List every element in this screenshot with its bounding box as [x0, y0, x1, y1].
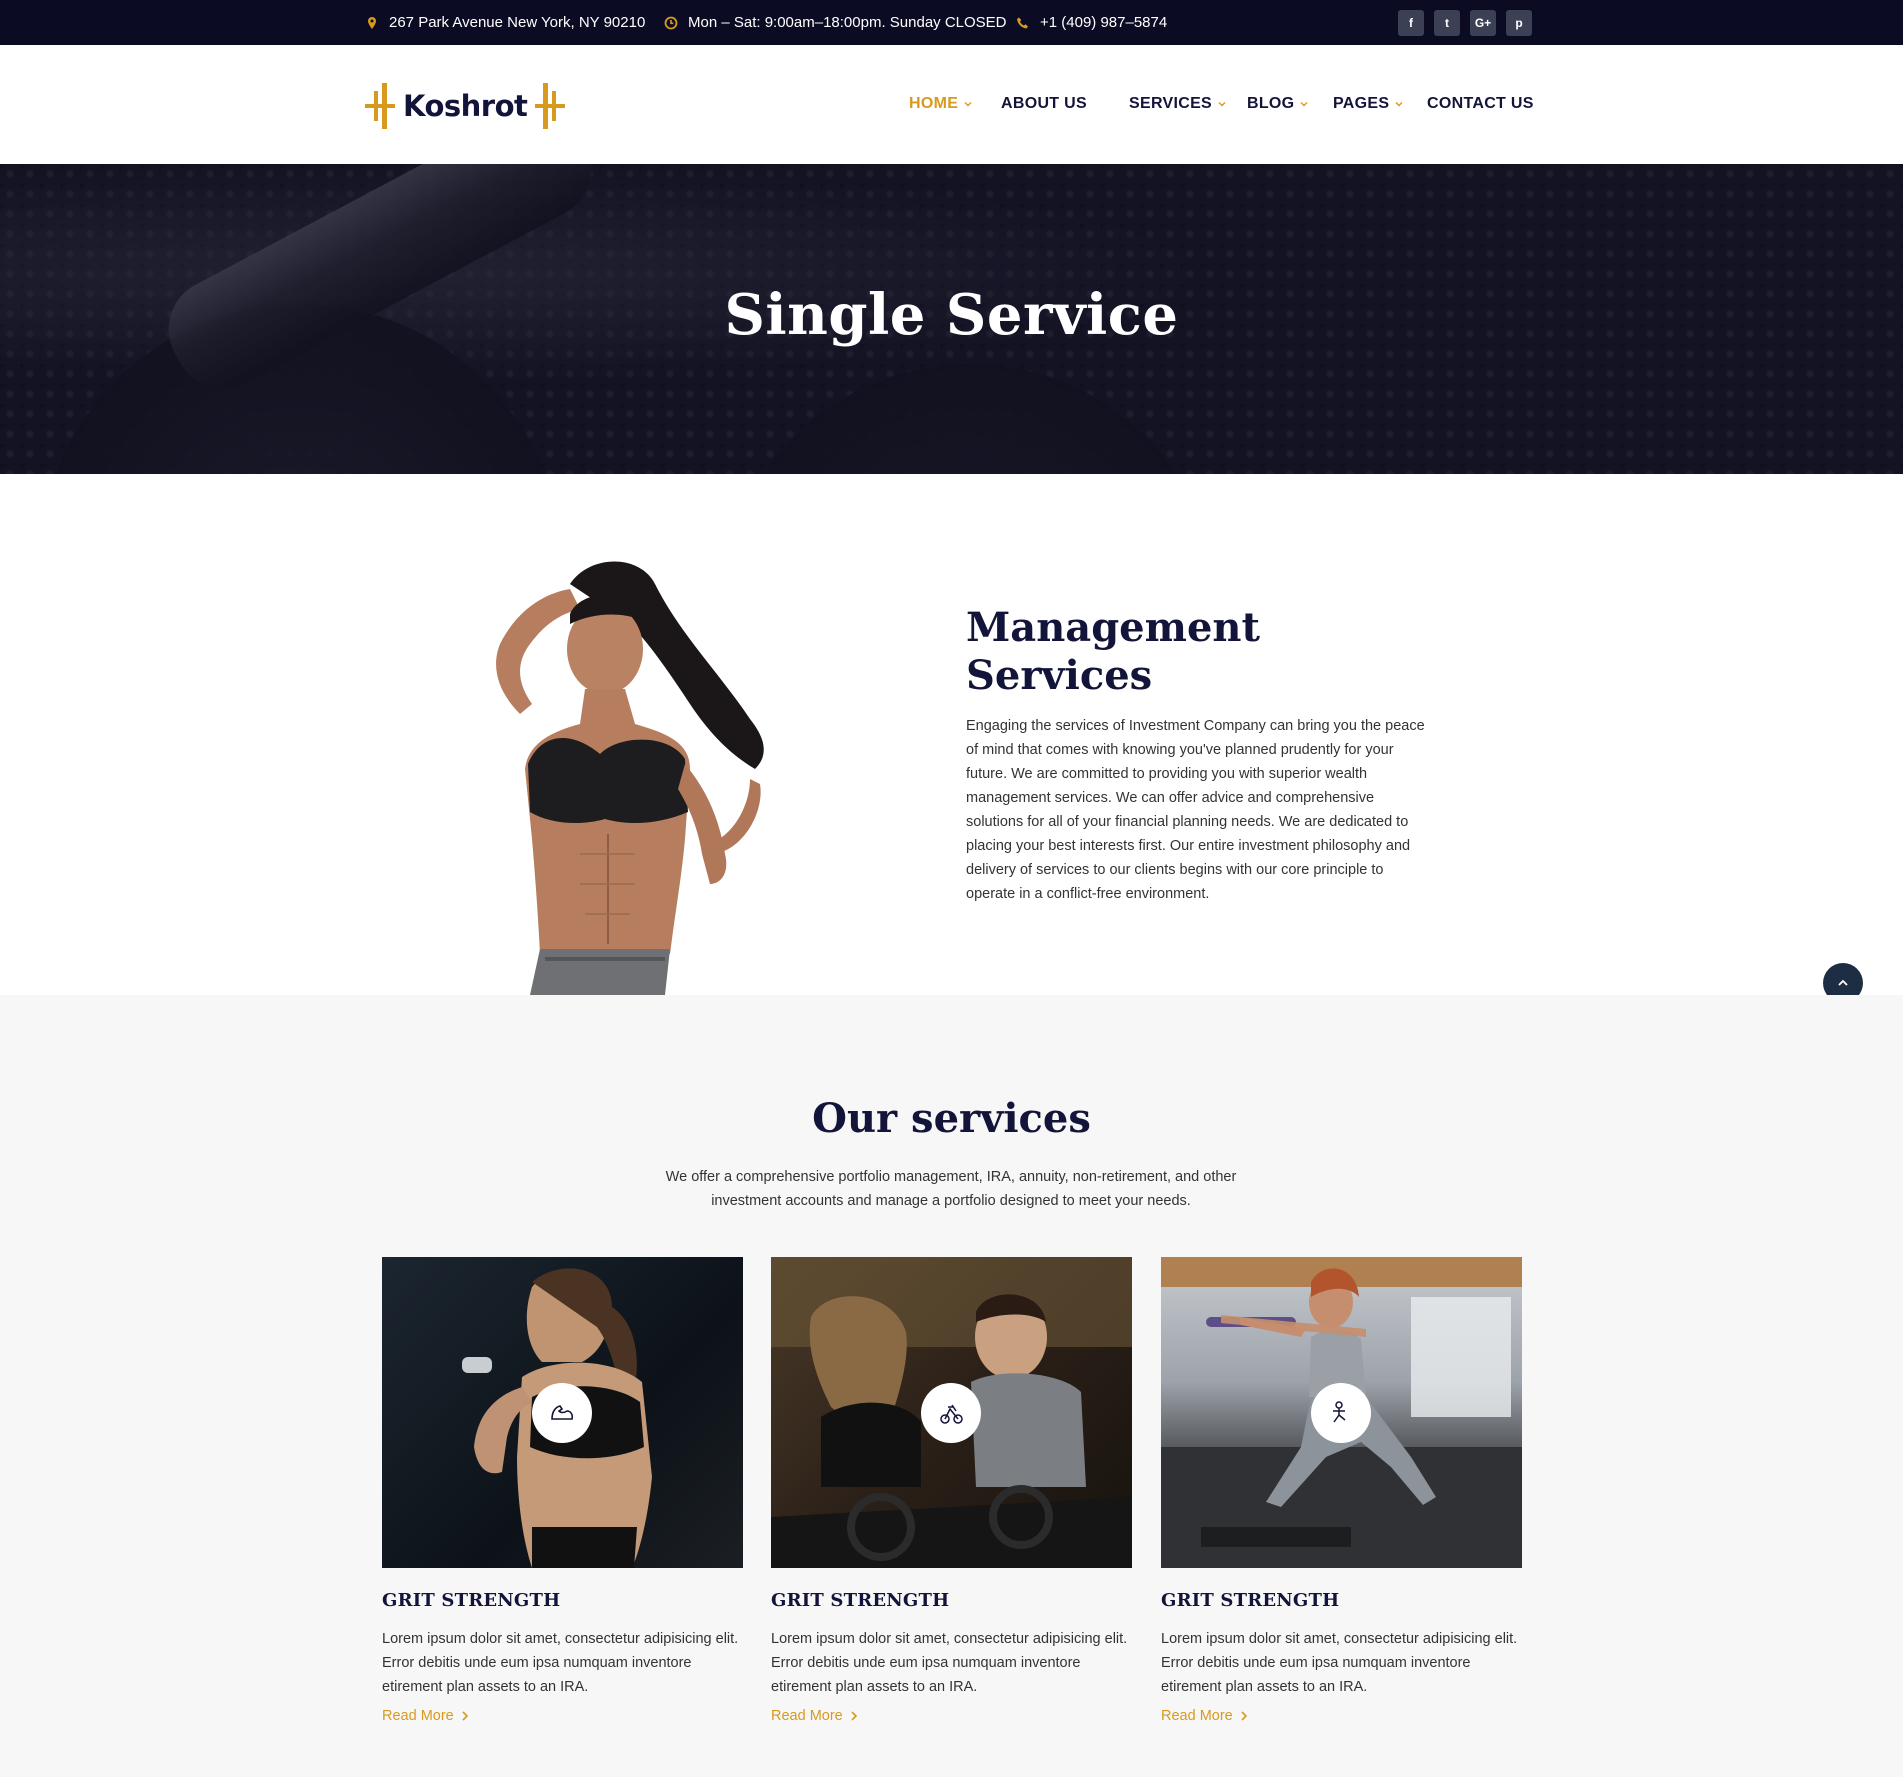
- service-card-text: Lorem ipsum dolor sit amet, consectetur …: [771, 1631, 1128, 1695]
- services-intro: We offer a comprehensive portfolio manag…: [665, 1169, 1237, 1209]
- chevron-down-icon: [1300, 102, 1308, 107]
- service-card-text: Lorem ipsum dolor sit amet, consectetur …: [382, 1631, 739, 1695]
- twitter-icon[interactable]: t: [1434, 10, 1460, 36]
- page-hero: Single Service: [0, 164, 1903, 474]
- service-badge: [532, 1383, 592, 1443]
- service-card-title: GRIT STRENGTH: [771, 1590, 950, 1611]
- dumbbell-left-icon: [365, 83, 395, 129]
- read-more-link[interactable]: Read More: [771, 1708, 858, 1724]
- nav-blog-label: BLOG: [1247, 95, 1295, 112]
- chevron-right-icon: [1241, 1711, 1247, 1721]
- nav-home-label: HOME: [909, 95, 959, 112]
- nav-about-label: ABOUT US: [1001, 95, 1087, 112]
- nav-about-us[interactable]: ABOUT US: [1001, 95, 1087, 113]
- nav-services[interactable]: SERVICES: [1129, 95, 1227, 113]
- clock-icon: [664, 16, 678, 29]
- service-image[interactable]: [771, 1257, 1132, 1568]
- service-card-title: GRIT STRENGTH: [382, 1590, 561, 1611]
- service-card: GRIT STRENGTH Lorem ipsum dolor sit amet…: [771, 1257, 1132, 1725]
- facebook-icon[interactable]: f: [1398, 10, 1424, 36]
- service-card: GRIT STRENGTH Lorem ipsum dolor sit amet…: [1161, 1257, 1522, 1725]
- exercise-bike-icon: [940, 1404, 963, 1424]
- phone-info: +1 (409) 987–5874: [1016, 0, 1167, 45]
- nav-services-label: SERVICES: [1129, 95, 1213, 112]
- read-more-label: Read More: [1161, 1708, 1233, 1724]
- top-bar: 267 Park Avenue New York, NY 90210 Mon –…: [0, 0, 1903, 45]
- social-links: f t G+ p: [1398, 10, 1532, 36]
- our-services-section: Our services We offer a comprehensive po…: [0, 995, 1903, 1777]
- services-title: Our services: [812, 1095, 1091, 1142]
- service-badge: [1311, 1383, 1371, 1443]
- phone-text[interactable]: +1 (409) 987–5874: [1040, 14, 1167, 31]
- hours-info: Mon – Sat: 9:00am–18:00pm. Sunday CLOSED: [664, 0, 1007, 45]
- nav-pages[interactable]: PAGES: [1333, 95, 1404, 113]
- chevron-down-icon: [1395, 102, 1403, 107]
- service-image[interactable]: [382, 1257, 743, 1568]
- nav-blog[interactable]: BLOG: [1247, 95, 1309, 113]
- stretching-person-icon: [1333, 1401, 1346, 1423]
- chevron-right-icon: [462, 1711, 468, 1721]
- muscle-arm-icon: [551, 1405, 574, 1420]
- chevron-up-icon: [1838, 979, 1848, 986]
- phone-icon: [1017, 17, 1028, 28]
- read-more-label: Read More: [771, 1708, 843, 1724]
- google-plus-icon[interactable]: G+: [1470, 10, 1496, 36]
- nav-contact-label: CONTACT US: [1427, 95, 1534, 112]
- map-pin-icon: [368, 16, 376, 29]
- nav-home[interactable]: HOME: [909, 95, 973, 113]
- chevron-down-icon: [964, 102, 972, 107]
- service-badge: [921, 1383, 981, 1443]
- management-section: Management Services Engaging the service…: [0, 474, 1903, 995]
- management-body: Engaging the services of Investment Comp…: [966, 718, 1425, 902]
- service-card: GRIT STRENGTH Lorem ipsum dolor sit amet…: [382, 1257, 743, 1725]
- logo[interactable]: Koshrot: [365, 81, 566, 131]
- site-header: Koshrot HOME ABOUT US SERVICES BLOG PAGE…: [0, 45, 1903, 164]
- service-card-title: GRIT STRENGTH: [1161, 1590, 1340, 1611]
- management-title: Management Services: [966, 604, 1260, 699]
- read-more-link[interactable]: Read More: [1161, 1708, 1248, 1724]
- read-more-link[interactable]: Read More: [382, 1708, 469, 1724]
- chevron-right-icon: [851, 1711, 857, 1721]
- nav-pages-label: PAGES: [1333, 95, 1390, 112]
- hours-text: Mon – Sat: 9:00am–18:00pm. Sunday CLOSED: [688, 14, 1007, 31]
- dumbbell-right-icon: [535, 83, 566, 129]
- service-card-text: Lorem ipsum dolor sit amet, consectetur …: [1161, 1631, 1518, 1695]
- nav-contact-us[interactable]: CONTACT US: [1427, 95, 1534, 113]
- fitness-woman-image: [496, 561, 764, 995]
- page-title: Single Service: [724, 282, 1179, 348]
- chevron-down-icon: [1218, 102, 1226, 107]
- service-image[interactable]: [1161, 1257, 1522, 1568]
- pinterest-icon[interactable]: p: [1506, 10, 1532, 36]
- read-more-label: Read More: [382, 1708, 454, 1724]
- address-text: 267 Park Avenue New York, NY 90210: [389, 14, 646, 31]
- address-info: 267 Park Avenue New York, NY 90210: [365, 0, 645, 45]
- logo-text: Koshrot: [403, 89, 528, 123]
